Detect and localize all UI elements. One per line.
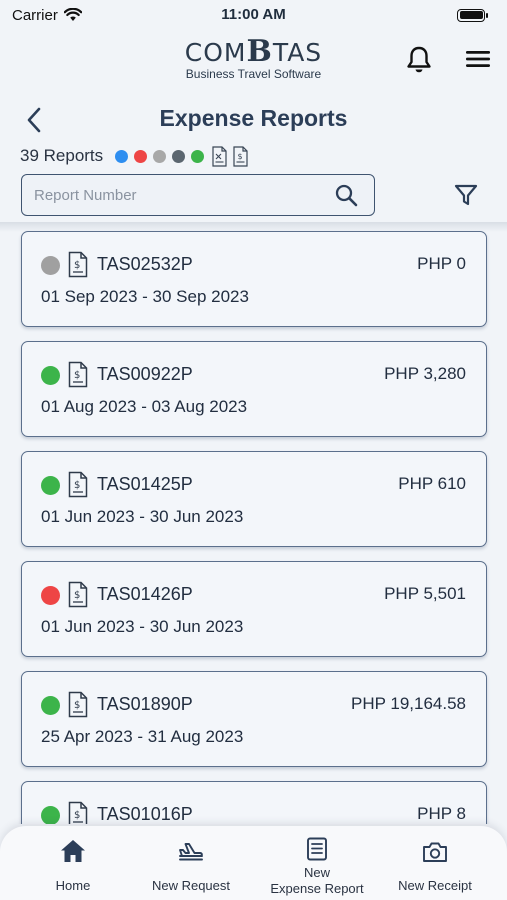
report-date-range: 01 Jun 2023 - 30 Jun 2023 bbox=[41, 617, 244, 636]
nav-new-expense-report[interactable]: New Expense Report bbox=[262, 826, 372, 900]
report-status-dot bbox=[41, 476, 60, 495]
report-card[interactable]: $ TAS00922P PHP 3,280 01 Aug 2023 - 03 Aug … bbox=[21, 341, 487, 437]
report-amount: PHP 3,280 bbox=[384, 364, 466, 383]
bottom-navigation: Home New Request New Expense Report New … bbox=[0, 826, 507, 900]
report-type-receipt-icon[interactable]: $ bbox=[233, 145, 248, 167]
status-legend-dot[interactable] bbox=[115, 149, 129, 163]
report-status-dot bbox=[41, 696, 60, 715]
svg-text:$: $ bbox=[74, 370, 80, 381]
airplane-icon bbox=[179, 843, 203, 861]
report-card[interactable]: $ TAS01016P PHP 8 bbox=[21, 781, 487, 824]
report-status-dot bbox=[41, 366, 60, 385]
report-type-document-icon[interactable] bbox=[212, 145, 227, 167]
report-date-range: 01 Jun 2023 - 30 Jun 2023 bbox=[41, 507, 244, 526]
status-legend-dot[interactable] bbox=[191, 149, 205, 163]
nav-new-receipt[interactable]: New Receipt bbox=[384, 826, 486, 900]
report-status-dot bbox=[41, 256, 60, 275]
report-number: TAS02532P bbox=[97, 254, 193, 274]
report-amount: PHP 19,164.58 bbox=[351, 694, 466, 713]
svg-text:$: $ bbox=[74, 810, 80, 821]
report-date-range: 01 Sep 2023 - 30 Sep 2023 bbox=[41, 287, 249, 306]
notification-bell-icon[interactable] bbox=[405, 45, 433, 75]
report-status-dot bbox=[41, 806, 60, 824]
report-card[interactable]: $ TAS02532P PHP 0 01 Sep 2023 - 30 Sep 2023 bbox=[21, 231, 487, 327]
status-legend-dot[interactable] bbox=[153, 149, 167, 163]
report-card[interactable]: $ TAS01426P PHP 5,501 01 Jun 2023 - 30 Jun … bbox=[21, 561, 487, 657]
report-amount: PHP 610 bbox=[398, 474, 466, 493]
report-number: TAS00922P bbox=[97, 364, 193, 384]
report-status-dot bbox=[41, 586, 60, 605]
reports-count: 39 Reports bbox=[20, 146, 104, 165]
svg-text:$: $ bbox=[74, 480, 80, 491]
report-date-range: 25 Apr 2023 - 31 Aug 2023 bbox=[41, 727, 244, 746]
filter-icon[interactable] bbox=[454, 183, 478, 207]
search-input[interactable] bbox=[34, 184, 324, 206]
report-card[interactable]: $ TAS01890P PHP 19,164.58 25 Apr 2023 - 31 … bbox=[21, 671, 487, 767]
expense-report-list: $ TAS02532P PHP 0 01 Sep 2023 - 30 Sep 2023… bbox=[0, 228, 507, 824]
expense-document-icon: $ bbox=[68, 251, 88, 278]
svg-text:$: $ bbox=[74, 700, 80, 711]
expense-document-icon: $ bbox=[68, 801, 88, 824]
camera-icon bbox=[423, 842, 447, 862]
svg-text:$: $ bbox=[238, 152, 243, 161]
status-time: 11:00 AM bbox=[221, 6, 286, 23]
svg-text:$: $ bbox=[74, 590, 80, 601]
report-number: TAS01890P bbox=[97, 694, 193, 714]
status-legend-dot[interactable] bbox=[172, 149, 186, 163]
nav-home[interactable]: Home bbox=[23, 826, 123, 900]
report-number: TAS01425P bbox=[97, 474, 193, 494]
report-amount: PHP 0 bbox=[417, 254, 466, 273]
expense-document-icon: $ bbox=[68, 581, 88, 608]
expense-document-icon: $ bbox=[68, 691, 88, 718]
home-icon bbox=[61, 840, 85, 862]
report-amount: PHP 8 bbox=[417, 804, 466, 823]
nav-new-request[interactable]: New Request bbox=[136, 826, 246, 900]
expense-report-icon bbox=[307, 837, 327, 861]
hamburger-menu-icon[interactable] bbox=[464, 47, 492, 71]
search-box bbox=[21, 174, 375, 216]
nav-new-expense-report-label-2: Expense Report bbox=[270, 881, 364, 896]
nav-new-receipt-label: New Receipt bbox=[398, 878, 472, 893]
nav-new-expense-report-label-1: New bbox=[303, 865, 330, 880]
expense-document-icon: $ bbox=[68, 361, 88, 388]
svg-text:$: $ bbox=[74, 260, 80, 271]
report-number: TAS01016P bbox=[97, 804, 193, 824]
report-date-range: 01 Aug 2023 - 03 Aug 2023 bbox=[41, 397, 248, 416]
report-card[interactable]: $ TAS01425P PHP 610 01 Jun 2023 - 30 Jun 20… bbox=[21, 451, 487, 547]
expense-document-icon: $ bbox=[68, 471, 88, 498]
nav-new-request-label: New Request bbox=[151, 878, 231, 893]
reports-summary: 39 Reports $ bbox=[20, 145, 252, 167]
app-header: COMBTAS Business Travel Software bbox=[0, 30, 507, 92]
report-amount: PHP 5,501 bbox=[384, 584, 466, 603]
page-title: Expense Reports bbox=[159, 105, 348, 131]
report-number: TAS01426P bbox=[97, 584, 193, 604]
nav-home-label: Home bbox=[55, 878, 91, 893]
search-icon[interactable] bbox=[334, 183, 358, 207]
status-legend-dot[interactable] bbox=[134, 149, 148, 163]
